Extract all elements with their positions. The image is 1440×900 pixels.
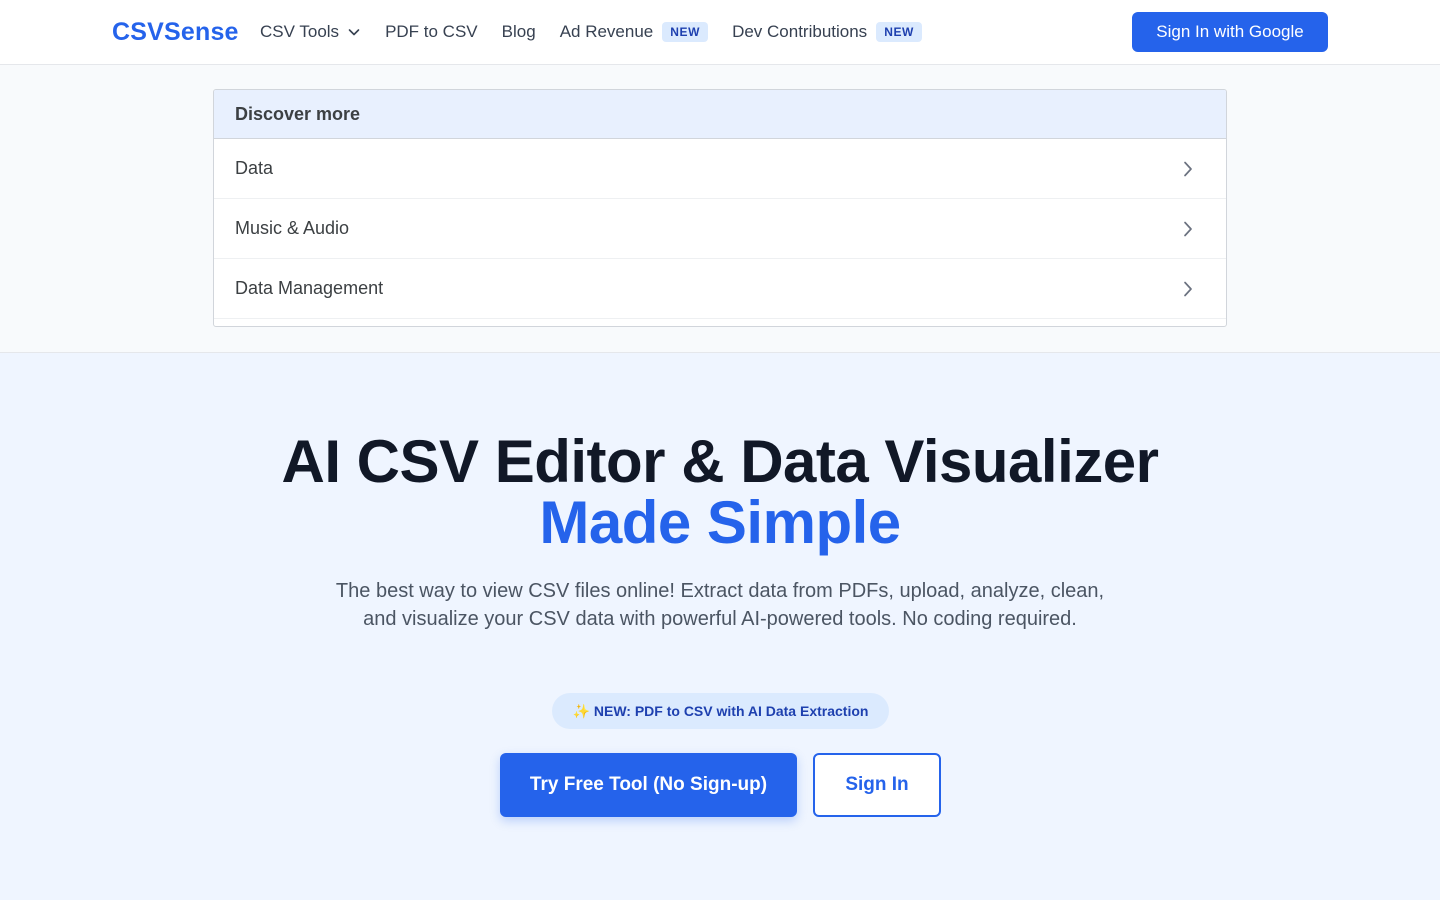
hero-title-line1: AI CSV Editor & Data Visualizer bbox=[281, 428, 1159, 495]
main-nav: CSV Tools PDF to CSV Blog Ad Revenue NEW… bbox=[260, 20, 922, 44]
sign-in-button[interactable]: Sign In bbox=[813, 753, 941, 817]
discover-item-label: Data bbox=[235, 158, 274, 178]
top-navbar: CSVSense CSV Tools PDF to CSV Blog Ad Re… bbox=[0, 0, 1440, 65]
sign-in-google-button[interactable]: Sign In with Google bbox=[1132, 12, 1328, 52]
new-badge: NEW bbox=[876, 22, 922, 42]
nav-ad-revenue[interactable]: Ad Revenue NEW bbox=[559, 22, 709, 42]
hero-title: AI CSV Editor & Data Visualizer Made Sim… bbox=[0, 431, 1440, 553]
chevron-right-icon bbox=[1184, 281, 1192, 296]
discover-heading: Discover more bbox=[214, 90, 1226, 139]
chevron-right-icon bbox=[1184, 221, 1192, 236]
nav-blog[interactable]: Blog bbox=[502, 22, 536, 42]
discover-section: Discover more Data Music & Audio Data Ma… bbox=[0, 65, 1440, 353]
chevron-down-icon bbox=[348, 29, 360, 36]
hero-section: AI CSV Editor & Data Visualizer Made Sim… bbox=[0, 353, 1440, 900]
discover-panel: Discover more Data Music & Audio Data Ma… bbox=[213, 89, 1227, 327]
hero-subtitle: The best way to view CSV files online! E… bbox=[335, 580, 1105, 630]
chevron-right-icon bbox=[1184, 161, 1192, 176]
new-badge: NEW bbox=[662, 22, 709, 42]
brand-logo[interactable]: CSVSense bbox=[112, 16, 239, 48]
discover-item-music-audio[interactable]: Music & Audio bbox=[214, 199, 1226, 259]
nav-pdf-to-csv[interactable]: PDF to CSV bbox=[385, 22, 478, 42]
try-free-tool-button[interactable]: Try Free Tool (No Sign-up) bbox=[500, 753, 797, 817]
hero-title-accent: Made Simple bbox=[539, 489, 901, 556]
discover-item-data-management[interactable]: Data Management bbox=[214, 259, 1226, 319]
nav-dev-contributions-label: Dev Contributions bbox=[732, 22, 868, 41]
nav-csv-tools-label: CSV Tools bbox=[260, 22, 340, 41]
nav-blog-label: Blog bbox=[501, 22, 536, 41]
nav-pdf-to-csv-label: PDF to CSV bbox=[385, 22, 478, 41]
nav-dev-contributions[interactable]: Dev Contributions NEW bbox=[732, 22, 922, 42]
discover-item-label: Data Management bbox=[235, 278, 384, 298]
new-feature-pill: ✨ NEW: PDF to CSV with AI Data Extractio… bbox=[552, 693, 889, 729]
discover-item-data[interactable]: Data bbox=[214, 139, 1226, 199]
nav-ad-revenue-label: Ad Revenue bbox=[559, 22, 654, 41]
discover-item-label: Music & Audio bbox=[235, 218, 350, 238]
nav-csv-tools[interactable]: CSV Tools bbox=[260, 22, 361, 42]
